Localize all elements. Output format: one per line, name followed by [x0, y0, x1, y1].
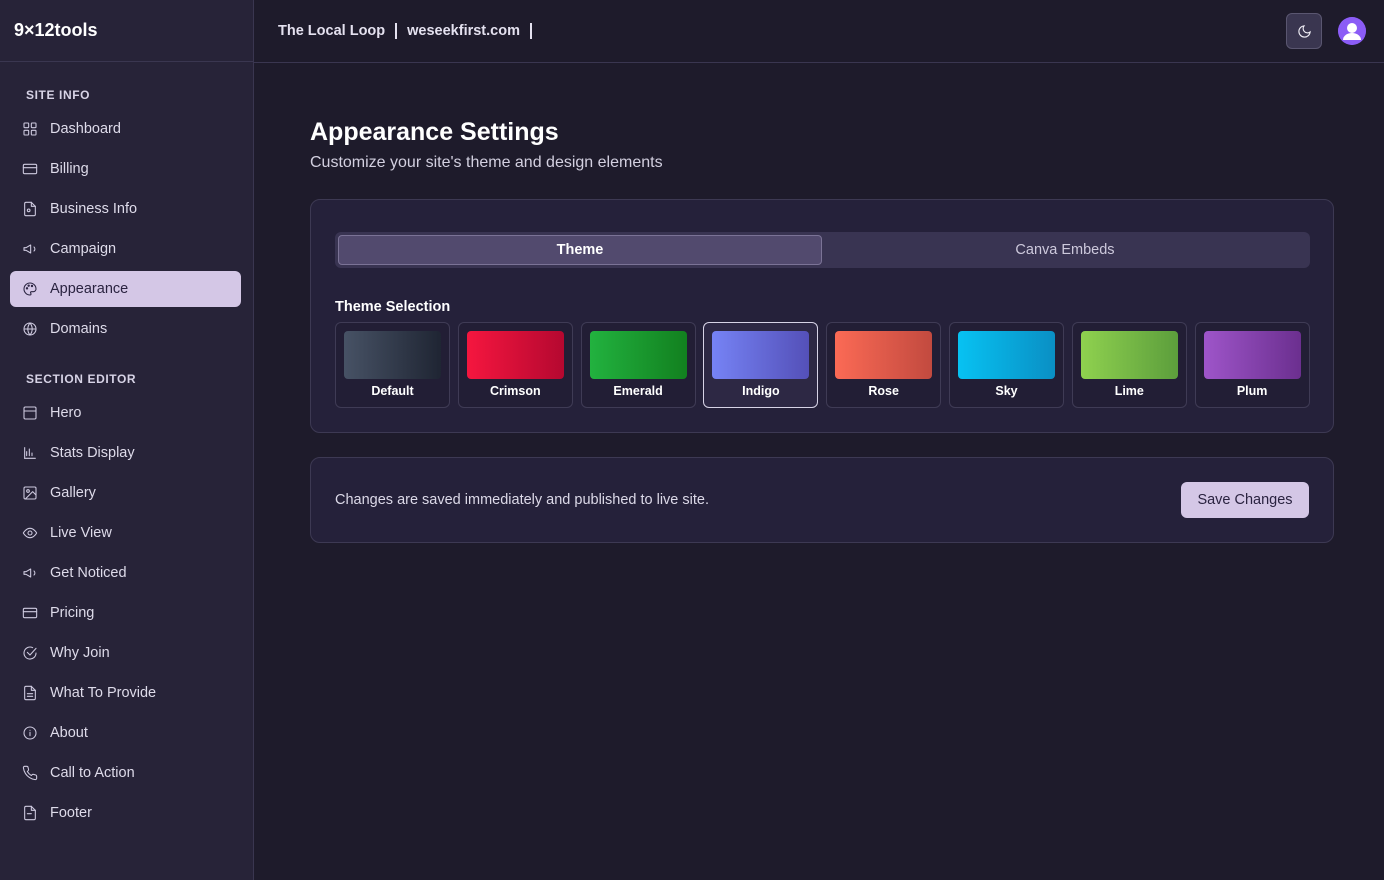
- credit-card-icon: [22, 605, 38, 621]
- sidebar-item-hero[interactable]: Hero: [10, 395, 241, 431]
- theme-name: Indigo: [742, 384, 780, 398]
- sidebar: 9×12tools SITE INFO Dashboard Billing Busi…: [0, 0, 254, 880]
- sidebar-item-get-noticed[interactable]: Get Noticed: [10, 555, 241, 591]
- bar-chart-icon: [22, 445, 38, 461]
- theme-preview-swatch: [1203, 331, 1301, 379]
- save-changes-button[interactable]: Save Changes: [1181, 482, 1309, 518]
- sidebar-item-label: Gallery: [50, 485, 96, 501]
- sidebar-item-stats-display[interactable]: Stats Display: [10, 435, 241, 471]
- theme-name: Lime: [1114, 384, 1144, 398]
- sidebar-item-label: Footer: [50, 805, 92, 821]
- sidebar-item-what-to-provide[interactable]: What To Provide: [10, 675, 241, 711]
- sidebar-item-label: Stats Display: [50, 445, 135, 461]
- sidebar-item-label: Call to Action: [50, 765, 135, 781]
- theme-preview-swatch: [466, 331, 564, 379]
- moon-icon: [1297, 24, 1311, 38]
- user-avatar-icon[interactable]: [1338, 17, 1366, 45]
- dashboard-icon: [22, 121, 38, 137]
- sidebar-item-live-view[interactable]: Live View: [10, 515, 241, 551]
- theme-option-rose[interactable]: Rose: [826, 322, 942, 408]
- theme-option-lime[interactable]: Lime: [1071, 322, 1187, 408]
- tab-bar: Theme Canva Embeds: [335, 232, 1310, 268]
- page-title: Appearance Settings: [310, 118, 559, 146]
- topbar: The Local Loop weseekfirst.com: [254, 0, 1384, 63]
- sidebar-item-label: Dashboard: [50, 121, 121, 137]
- sidebar-item-label: Pricing: [50, 605, 95, 621]
- sidebar-item-billing[interactable]: Billing: [10, 151, 241, 187]
- brand-logo[interactable]: 9×12tools: [0, 0, 253, 62]
- theme-name: Plum: [1236, 384, 1268, 398]
- info-icon: [22, 725, 38, 741]
- file-text-icon: [22, 685, 38, 701]
- megaphone-icon: [22, 565, 38, 581]
- sidebar-item-call-to-action[interactable]: Call to Action: [10, 755, 241, 791]
- sidebar-item-label: Hero: [50, 405, 82, 421]
- sidebar-item-business-info[interactable]: Business Info: [10, 191, 241, 227]
- sidebar-item-about[interactable]: About: [10, 715, 241, 751]
- document-icon: [22, 201, 38, 217]
- credit-card-icon: [22, 161, 38, 177]
- section-label-site-info: SITE INFO: [26, 88, 91, 102]
- theme-option-plum[interactable]: Plum: [1194, 322, 1310, 408]
- theme-preview-swatch: [1080, 331, 1178, 379]
- section-label-section-editor: SECTION EDITOR: [26, 372, 137, 386]
- sidebar-item-label: Campaign: [50, 241, 117, 257]
- site-domain[interactable]: weseekfirst.com: [407, 23, 520, 39]
- sidebar-item-why-join[interactable]: Why Join: [10, 635, 241, 671]
- theme-preview-swatch: [712, 331, 810, 379]
- image-icon: [22, 485, 38, 501]
- sidebar-item-label: Live View: [50, 525, 112, 541]
- layout-icon: [22, 405, 38, 421]
- sidebar-item-appearance[interactable]: Appearance: [10, 271, 241, 307]
- tab-theme[interactable]: Theme: [338, 235, 822, 265]
- palette-icon: [22, 281, 38, 297]
- sidebar-item-domains[interactable]: Domains: [10, 311, 241, 347]
- check-circle-icon: [22, 645, 38, 661]
- sidebar-item-dashboard[interactable]: Dashboard: [10, 111, 241, 147]
- theme-option-default[interactable]: Default: [335, 322, 450, 408]
- tab-canva-embeds[interactable]: Canva Embeds: [823, 235, 1307, 265]
- sidebar-item-gallery[interactable]: Gallery: [10, 475, 241, 511]
- save-card: Changes are saved immediately and publis…: [310, 457, 1334, 543]
- theme-preview-swatch: [589, 331, 687, 379]
- sidebar-item-label: Appearance: [50, 281, 129, 297]
- sidebar-item-campaign[interactable]: Campaign: [10, 231, 241, 267]
- theme-preview-swatch: [835, 331, 933, 379]
- sidebar-item-label: Domains: [50, 321, 108, 337]
- theme-name: Crimson: [489, 384, 541, 398]
- sidebar-item-label: What To Provide: [50, 685, 157, 701]
- sidebar-item-label: About: [50, 725, 88, 741]
- theme-preview-swatch: [958, 331, 1055, 379]
- sidebar-item-label: Why Join: [50, 645, 110, 661]
- theme-toggle-button[interactable]: [1286, 13, 1322, 49]
- theme-option-crimson[interactable]: Crimson: [457, 322, 573, 408]
- theme-card: Theme Canva Embeds Theme Selection Defau…: [310, 199, 1334, 433]
- sidebar-item-label: Business Info: [50, 201, 138, 217]
- eye-icon: [22, 525, 38, 541]
- save-note: Changes are saved immediately and publis…: [335, 492, 709, 508]
- file-icon: [22, 805, 38, 821]
- theme-option-emerald[interactable]: Emerald: [580, 322, 696, 408]
- theme-name: Emerald: [613, 384, 663, 398]
- globe-icon: [22, 321, 38, 337]
- theme-selection-label: Theme Selection: [335, 299, 451, 315]
- theme-option-indigo[interactable]: Indigo: [703, 322, 819, 408]
- theme-name: Sky: [995, 384, 1018, 398]
- theme-name: Rose: [868, 384, 899, 398]
- divider: [395, 23, 398, 39]
- phone-icon: [22, 765, 38, 781]
- theme-preview-swatch: [344, 331, 441, 379]
- site-name: The Local Loop: [278, 23, 386, 39]
- theme-option-sky[interactable]: Sky: [949, 322, 1064, 408]
- sidebar-item-label: Get Noticed: [50, 565, 127, 581]
- page-subtitle: Customize your site's theme and design e…: [310, 154, 663, 171]
- megaphone-icon: [22, 241, 38, 257]
- sidebar-item-label: Billing: [50, 161, 89, 177]
- divider: [529, 23, 532, 39]
- theme-name: Default: [371, 384, 414, 398]
- sidebar-item-pricing[interactable]: Pricing: [10, 595, 241, 631]
- sidebar-item-footer[interactable]: Footer: [10, 795, 241, 831]
